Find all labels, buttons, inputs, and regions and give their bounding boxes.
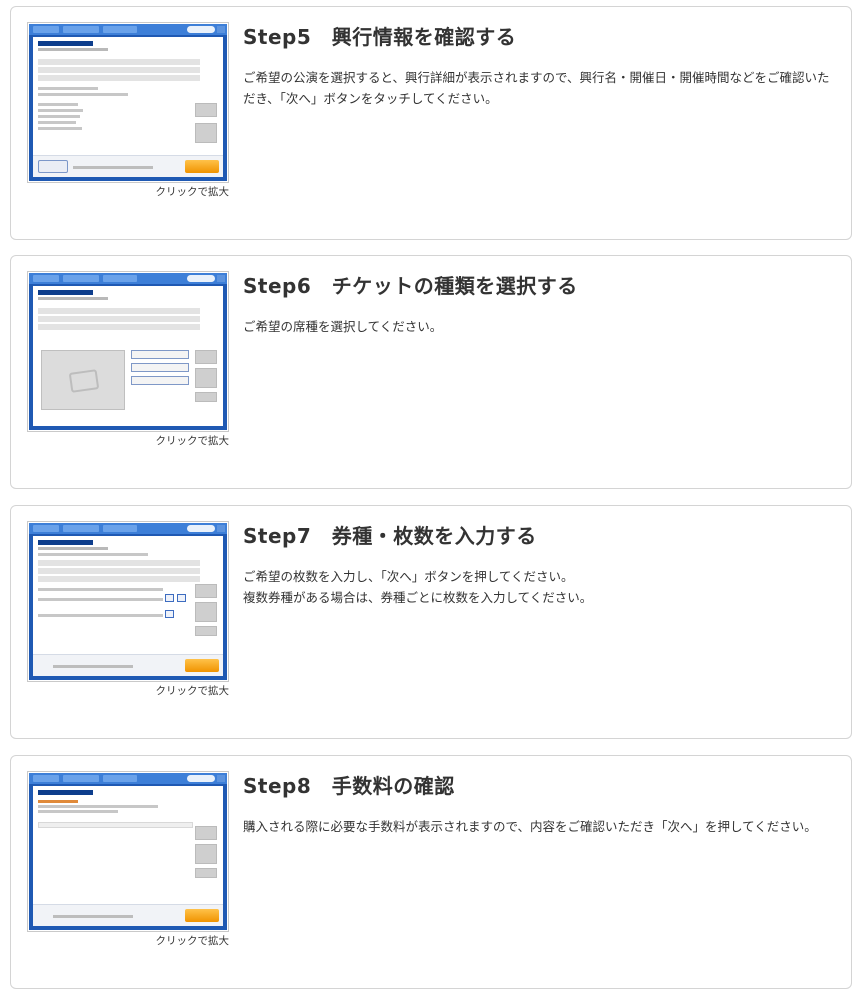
kiosk-screenshot-step6[interactable]: [27, 271, 229, 432]
step-title: Step7 券種・枚数を入力する: [243, 524, 537, 548]
description-line: 購入される際に必要な手数料が表示されますので、内容をご確認いただき「次へ」を押し…: [243, 819, 817, 834]
kiosk-screen-mock: [29, 273, 227, 430]
description-line: 複数券種がある場合は、券種ごとに枚数を入力してください。: [243, 590, 593, 605]
screenshot-thumbnail-wrap: クリックで拡大: [27, 271, 229, 448]
kiosk-screenshot-step8[interactable]: [27, 771, 229, 932]
step-title: Step8 手数料の確認: [243, 774, 455, 798]
screenshot-thumbnail-wrap: クリックで拡大: [27, 22, 229, 199]
zoom-link[interactable]: クリックで拡大: [27, 185, 230, 199]
step-description: ご希望の枚数を入力し、「次へ」ボタンを押してください。 複数券種がある場合は、券…: [243, 566, 833, 608]
kiosk-screenshot-step7[interactable]: [27, 521, 229, 682]
description-line: ご希望の席種を選択してください。: [243, 319, 443, 334]
kiosk-screen-mock: [29, 24, 227, 181]
zoom-link[interactable]: クリックで拡大: [27, 434, 230, 448]
step-description: ご希望の公演を選択すると、興行詳細が表示されますので、興行名・開催日・開催時間な…: [243, 67, 833, 109]
step-description: 購入される際に必要な手数料が表示されますので、内容をご確認いただき「次へ」を押し…: [243, 816, 833, 837]
step-card-8: クリックで拡大 Step8 手数料の確認 購入される際に必要な手数料が表示されま…: [10, 755, 852, 989]
kiosk-screen-mock: [29, 773, 227, 930]
step-title: Step5 興行情報を確認する: [243, 25, 517, 49]
step-card-7: クリックで拡大 Step7 券種・枚数を入力する ご希望の枚数を入力し、「次へ」…: [10, 505, 852, 739]
screenshot-thumbnail-wrap: クリックで拡大: [27, 521, 229, 698]
zoom-link[interactable]: クリックで拡大: [27, 934, 230, 948]
step-description: ご希望の席種を選択してください。: [243, 316, 833, 337]
step-title: Step6 チケットの種類を選択する: [243, 274, 578, 298]
kiosk-screen-mock: [29, 523, 227, 680]
description-line: ご希望の枚数を入力し、「次へ」ボタンを押してください。: [243, 569, 574, 584]
description-line: ご希望の公演を選択すると、興行詳細が表示されますので、興行名・開催日・開催時間な…: [243, 70, 830, 106]
zoom-link[interactable]: クリックで拡大: [27, 684, 230, 698]
screenshot-thumbnail-wrap: クリックで拡大: [27, 771, 229, 948]
step-card-6: クリックで拡大 Step6 チケットの種類を選択する ご希望の席種を選択してくだ…: [10, 255, 852, 489]
step-card-5: クリックで拡大 Step5 興行情報を確認する ご希望の公演を選択すると、興行詳…: [10, 6, 852, 240]
kiosk-screenshot-step5[interactable]: [27, 22, 229, 183]
